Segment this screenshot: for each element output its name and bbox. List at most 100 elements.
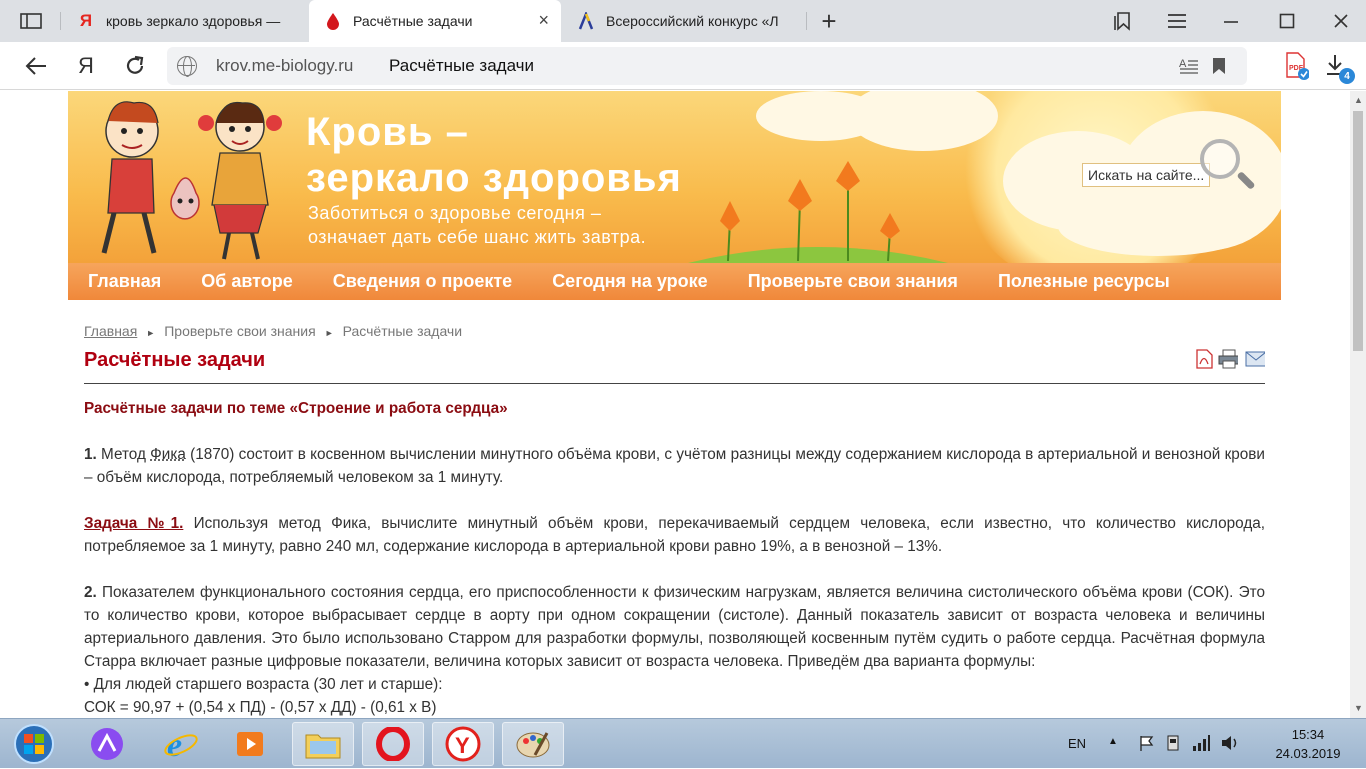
site-container: Кровь – зеркало здоровья Заботиться о зд… xyxy=(68,91,1281,718)
nav-poleznye-resursy[interactable]: Полезные ресурсы xyxy=(978,271,1190,292)
paragraph-text: Показателем функционального состояния се… xyxy=(84,584,1265,670)
tab-strip: Я кровь зеркало здоровья — Расчётные зад… xyxy=(0,0,1366,42)
maximize-button[interactable] xyxy=(1262,0,1312,42)
media-player-icon xyxy=(237,732,263,756)
globe-icon xyxy=(177,56,197,77)
start-button[interactable] xyxy=(2,722,66,766)
taskbar-opera[interactable] xyxy=(362,722,424,766)
back-arrow-icon xyxy=(25,57,46,75)
windows-start-icon xyxy=(14,724,54,764)
search-magnifier-icon[interactable] xyxy=(1200,139,1240,179)
clock-date: 24.03.2019 xyxy=(1275,746,1341,761)
pdf-export-icon[interactable] xyxy=(1194,349,1214,369)
page-scrollbar[interactable]: ▲ ▼ xyxy=(1350,91,1366,718)
tab-vserossiyskiy-konkurs[interactable]: Всероссийский конкурс «Л xyxy=(562,0,804,42)
task-1: Задача №1. Используя метод Фика, вычисли… xyxy=(84,512,1265,558)
downloads-button[interactable]: 4 xyxy=(1316,42,1356,90)
reload-button[interactable] xyxy=(115,42,155,90)
article-content: Расчётные задачи по теме «Строение и раб… xyxy=(84,397,1265,718)
opera-icon xyxy=(376,727,410,761)
folder-icon xyxy=(305,734,341,759)
bullet-item: • Для людей старшего возраста (30 лет и … xyxy=(84,676,443,693)
yandex-home-button[interactable]: Я xyxy=(66,42,106,90)
minimize-icon xyxy=(1224,21,1238,23)
yandex-lyceum-icon xyxy=(576,11,596,31)
site-logo-title: Кровь – зеркало здоровья xyxy=(306,109,682,201)
reload-icon xyxy=(126,55,144,74)
network-signal-icon[interactable] xyxy=(1192,734,1210,752)
volume-icon[interactable] xyxy=(1220,734,1240,752)
taskbar-media-player[interactable] xyxy=(220,722,282,766)
taskbar-paint[interactable] xyxy=(502,722,564,766)
scrollbar-thumb[interactable] xyxy=(1353,111,1363,351)
paragraph-1: 1. Метод Фика (1870) состоит в косвенном… xyxy=(84,443,1265,489)
tab-title: кровь зеркало здоровья — xyxy=(106,13,281,29)
nav-glavnaya[interactable]: Главная xyxy=(68,271,181,292)
cloud-decoration xyxy=(1058,196,1258,256)
show-hidden-icons-icon[interactable]: ▲ xyxy=(1108,736,1118,747)
usb-device-icon[interactable] xyxy=(1164,734,1182,752)
language-indicator[interactable]: EN xyxy=(1068,736,1086,751)
tab-krov-search[interactable]: Я кровь зеркало здоровья — xyxy=(62,0,308,42)
bookmarks-button[interactable] xyxy=(1098,0,1148,42)
nav-ob-avtore[interactable]: Об авторе xyxy=(181,271,313,292)
formula-line: СОК = 90,97 + (0,54 х ПД) - (0,57 х ДД) … xyxy=(84,699,437,716)
svg-text:A: A xyxy=(1179,58,1187,70)
task-1-text: Используя метод Фика, вычислите минутный… xyxy=(84,515,1265,555)
new-tab-button[interactable]: + xyxy=(806,0,852,42)
site-tagline: Заботиться о здоровье сегодня – означает… xyxy=(308,201,646,249)
yandex-logo-icon: Я xyxy=(78,53,94,78)
menu-button[interactable] xyxy=(1152,0,1202,42)
scroll-up-icon[interactable]: ▲ xyxy=(1354,95,1363,105)
print-icon[interactable] xyxy=(1218,349,1238,369)
close-window-button[interactable] xyxy=(1316,0,1366,42)
bookmark-icon[interactable] xyxy=(1212,57,1226,75)
close-tab-icon[interactable]: × xyxy=(538,11,549,29)
breadcrumb-current: Расчётные задачи xyxy=(342,323,463,339)
system-clock[interactable]: 15:34 24.03.2019 xyxy=(1268,725,1348,763)
tab-raschetnye-zadachi[interactable]: Расчётные задачи × xyxy=(309,0,561,42)
main-navigation: Главная Об авторе Сведения о проекте Сег… xyxy=(68,263,1281,300)
fick-term-link[interactable]: Фика xyxy=(150,446,186,463)
scroll-down-icon[interactable]: ▼ xyxy=(1354,703,1363,713)
tagline-line-1: Заботиться о здоровье сегодня – xyxy=(308,203,602,223)
reader-mode-icon[interactable]: A xyxy=(1179,57,1199,75)
yandex-browser-icon: Y xyxy=(445,726,481,762)
svg-text:Y: Y xyxy=(455,733,470,758)
yandex-y-icon: Я xyxy=(79,11,93,30)
windows-taskbar: e Y EN ▲ 15:34 24.03.2019 xyxy=(0,718,1366,768)
flowers-decoration xyxy=(688,161,948,263)
nav-prover-znaniya[interactable]: Проверьте свои знания xyxy=(728,271,978,292)
action-center-flag-icon[interactable] xyxy=(1138,734,1156,752)
tagline-line-2: означает дать себе шанс жить завтра. xyxy=(308,227,647,247)
maximize-icon xyxy=(1279,13,1295,29)
task-1-label[interactable]: Задача №1. xyxy=(84,515,183,532)
blood-drop-icon xyxy=(323,11,343,31)
bookmarks-icon xyxy=(1114,12,1130,31)
close-icon xyxy=(1334,14,1348,28)
paragraph-text: Метод xyxy=(96,446,151,463)
breadcrumb-item[interactable]: Проверьте свои знания xyxy=(164,323,315,339)
minimize-button[interactable] xyxy=(1206,0,1256,42)
hamburger-icon xyxy=(1168,14,1186,28)
taskbar-internet-explorer[interactable]: e xyxy=(150,722,212,766)
taskbar-yandex-browser[interactable]: Y xyxy=(432,722,494,766)
address-bar[interactable]: krov.me-biology.ru Расчётные задачи A xyxy=(167,47,1247,85)
breadcrumb-home-link[interactable]: Главная xyxy=(84,323,137,339)
email-icon[interactable] xyxy=(1245,349,1265,369)
download-count-badge: 4 xyxy=(1339,68,1355,84)
page-title: Расчётные задачи xyxy=(84,349,266,371)
taskbar-alice[interactable] xyxy=(76,722,138,766)
pdf-downloads-button[interactable]: PDF xyxy=(1276,42,1316,90)
internet-explorer-icon: e xyxy=(164,727,198,762)
taskbar-explorer[interactable] xyxy=(292,722,354,766)
tabs-panel-button[interactable] xyxy=(6,0,56,42)
tab-title: Всероссийский конкурс «Л xyxy=(606,13,779,29)
back-button[interactable] xyxy=(16,42,56,90)
nav-segodnya-na-uroke[interactable]: Сегодня на уроке xyxy=(532,271,728,292)
article-subtitle: Расчётные задачи по теме «Строение и раб… xyxy=(84,400,508,417)
site-search-input[interactable] xyxy=(1082,163,1210,187)
breadcrumb-separator-icon: ► xyxy=(146,328,156,338)
logo-line-1: Кровь – xyxy=(306,110,469,154)
nav-svedeniya-o-proekte[interactable]: Сведения о проекте xyxy=(313,271,532,292)
